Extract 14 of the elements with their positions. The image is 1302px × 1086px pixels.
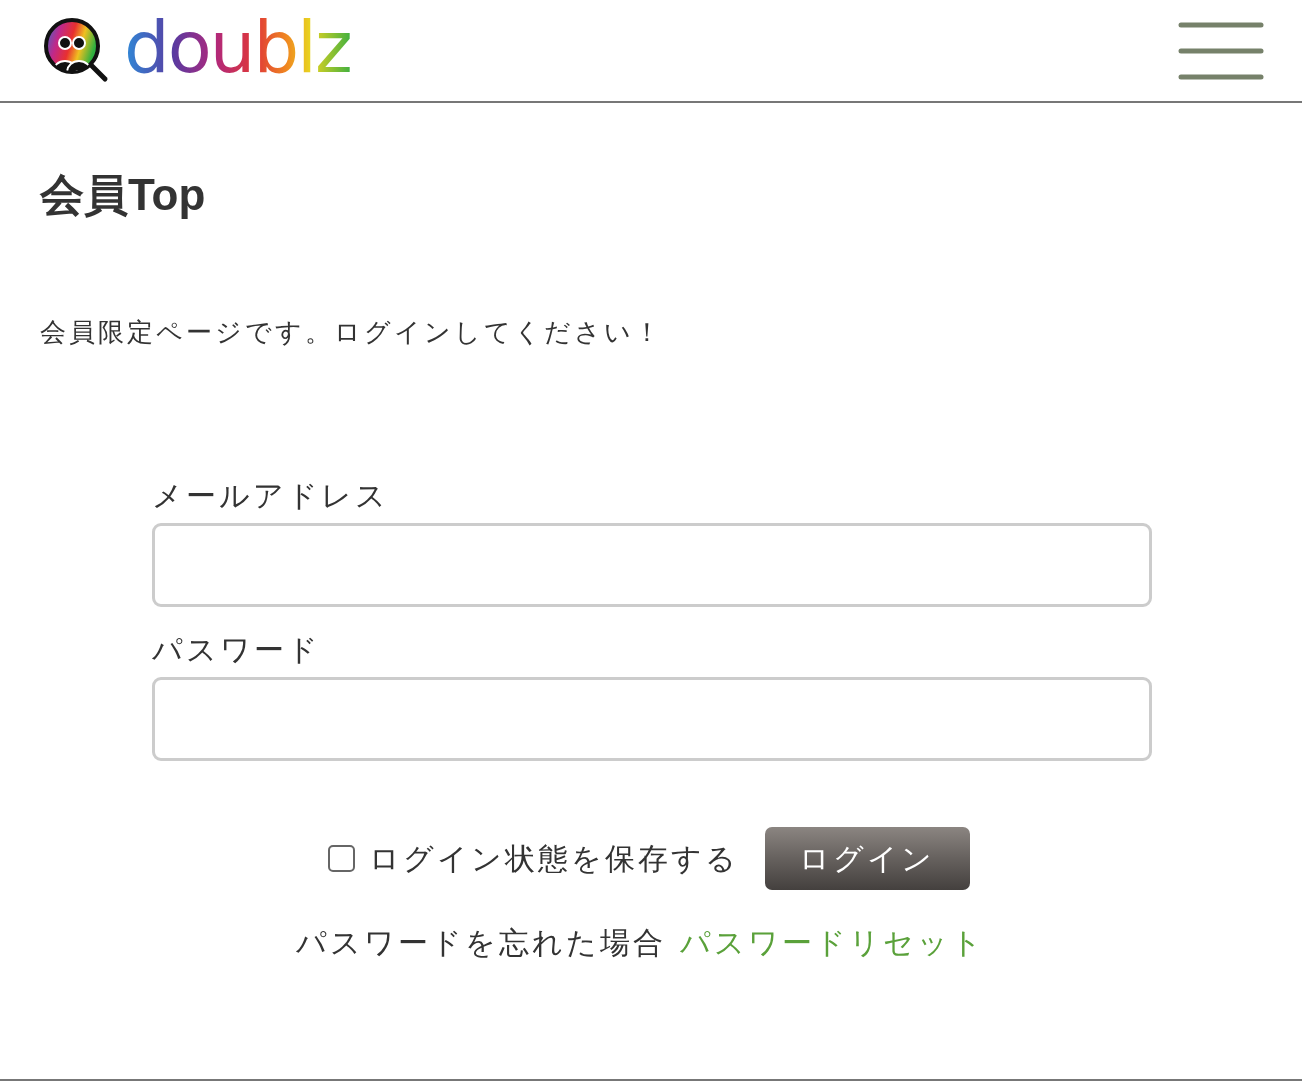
menu-icon — [1178, 21, 1264, 80]
forgot-password-text: パスワードを忘れた場合 — [295, 928, 666, 958]
text-input-field[interactable] — [152, 677, 1152, 761]
remember-login-label: ログイン状態を保存する — [368, 843, 739, 874]
menu-button[interactable] — [1178, 20, 1264, 81]
remember-checkbox[interactable] — [327, 845, 355, 872]
login-button[interactable]: ログイン — [764, 827, 970, 890]
field-label: パスワード — [152, 635, 321, 665]
members-only-message: 会員限定ページです。ログインしてください！ — [40, 319, 663, 345]
logo-magnifier-icon — [43, 16, 110, 83]
text-input-field[interactable] — [152, 523, 1152, 607]
field-label: メールアドレス — [152, 481, 389, 511]
page-title: 会員Top — [40, 173, 206, 217]
password-reset-link[interactable]: パスワードリセット — [679, 928, 985, 958]
